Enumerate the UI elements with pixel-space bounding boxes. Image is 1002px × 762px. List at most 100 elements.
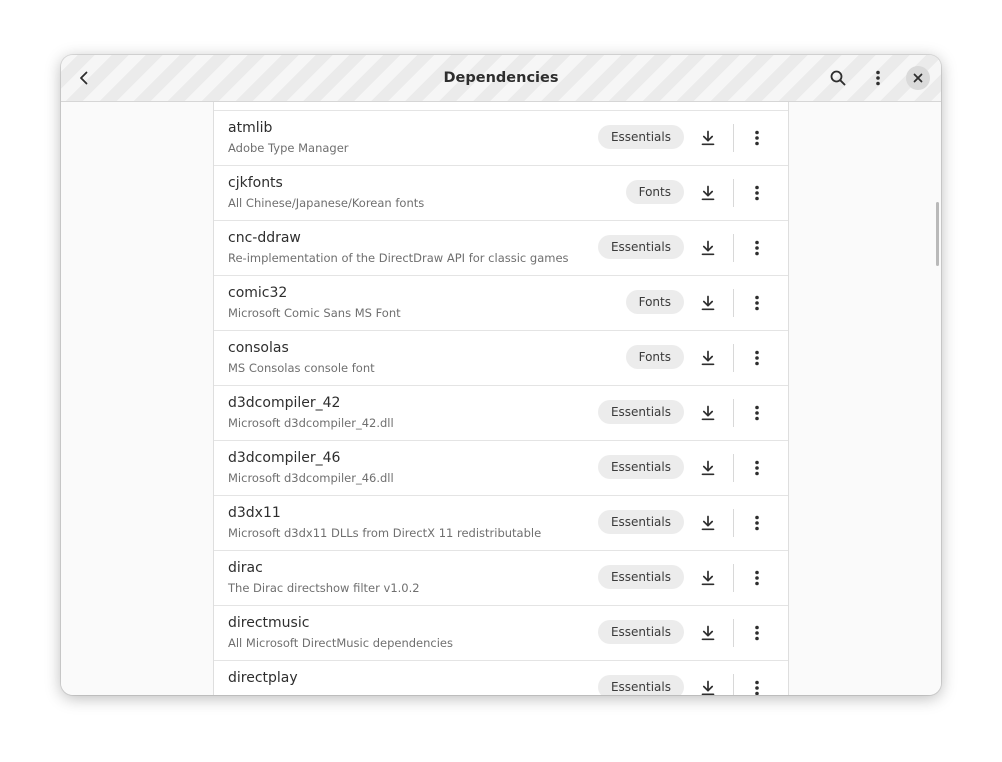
vertical-dots-icon [755, 295, 759, 311]
category-badge: Essentials [597, 620, 684, 644]
button-separator [733, 564, 734, 592]
more-options-button[interactable] [743, 399, 771, 427]
vertical-dots-icon [755, 405, 759, 421]
dependency-row[interactable]: directmusic All Microsoft DirectMusic de… [214, 605, 788, 660]
button-separator [733, 399, 734, 427]
more-options-button[interactable] [743, 619, 771, 647]
download-icon [701, 515, 715, 531]
dependency-row[interactable]: cnc-ddraw Re-implementation of the Direc… [214, 220, 788, 275]
header-bar: Dependencies [61, 55, 941, 102]
category-badge: Fonts [625, 345, 684, 369]
button-separator [733, 454, 734, 482]
category-badge: Essentials [597, 235, 684, 259]
more-options-button[interactable] [743, 454, 771, 482]
dependency-description: All Microsoft DirectMusic dependencies [228, 636, 453, 650]
back-button[interactable] [70, 64, 98, 92]
window-title: Dependencies [443, 70, 559, 86]
dependency-name: cnc-ddraw [228, 230, 301, 246]
download-icon [701, 185, 715, 201]
dependency-description: All Chinese/Japanese/Korean fonts [228, 196, 425, 210]
more-options-button[interactable] [743, 509, 771, 537]
dependency-row[interactable]: d3dcompiler_42 Microsoft d3dcompiler_42.… [214, 385, 788, 440]
dependency-name: d3dcompiler_42 [228, 395, 341, 411]
dependency-row[interactable]: d3dcompiler_46 Microsoft d3dcompiler_46.… [214, 440, 788, 495]
button-separator [733, 619, 734, 647]
dependency-description: Re-implementation of the DirectDraw API … [228, 251, 569, 265]
install-button[interactable] [694, 399, 722, 427]
close-button-bg [906, 66, 930, 90]
more-options-button[interactable] [743, 179, 771, 207]
category-badge: Essentials [597, 455, 684, 479]
download-icon [701, 460, 715, 476]
dependency-description: Microsoft d3dcompiler_42.dll [228, 416, 394, 430]
install-button[interactable] [694, 179, 722, 207]
close-icon [913, 73, 923, 83]
install-button[interactable] [694, 289, 722, 317]
vertical-dots-icon [876, 70, 880, 86]
install-button[interactable] [694, 619, 722, 647]
button-separator [733, 234, 734, 262]
more-options-button[interactable] [743, 344, 771, 372]
download-icon [701, 680, 715, 695]
download-icon [701, 130, 715, 146]
dependency-name: comic32 [228, 285, 288, 301]
dependency-row[interactable]: comic32 Microsoft Comic Sans MS Font Fon… [214, 275, 788, 330]
more-options-button[interactable] [743, 674, 771, 695]
dependency-description: The Dirac directshow filter v1.0.2 [228, 581, 420, 595]
dependency-list: adobeair MS Access 2000 runtime Essentia… [213, 102, 789, 695]
install-button[interactable] [694, 454, 722, 482]
category-badge: Essentials [597, 675, 684, 695]
category-badge: Fonts [625, 180, 684, 204]
search-button[interactable] [824, 64, 852, 92]
button-separator [733, 289, 734, 317]
scrollbar[interactable] [936, 202, 939, 266]
more-options-button[interactable] [743, 564, 771, 592]
vertical-dots-icon [755, 460, 759, 476]
dependency-row[interactable]: adobeair MS Access 2000 runtime Essentia… [214, 102, 788, 110]
install-button[interactable] [694, 509, 722, 537]
category-badge: Essentials [597, 125, 684, 149]
vertical-dots-icon [755, 515, 759, 531]
dependency-description: Microsoft d3dcompiler_46.dll [228, 471, 394, 485]
download-icon [701, 405, 715, 421]
vertical-dots-icon [755, 680, 759, 695]
download-icon [701, 350, 715, 366]
category-badge: Fonts [625, 290, 684, 314]
install-button[interactable] [694, 344, 722, 372]
dependency-name: consolas [228, 340, 289, 356]
dependency-name: d3dcompiler_46 [228, 450, 341, 466]
dependency-name: atmlib [228, 120, 273, 136]
button-separator [733, 674, 734, 695]
dependency-row[interactable]: atmlib Adobe Type Manager Essentials [214, 110, 788, 165]
dependency-row[interactable]: dirac The Dirac directshow filter v1.0.2… [214, 550, 788, 605]
vertical-dots-icon [755, 130, 759, 146]
install-button[interactable] [694, 674, 722, 695]
main-menu-button[interactable] [864, 64, 892, 92]
dependencies-window: Dependencies adobeair MS Access 20 [61, 55, 941, 695]
dependency-description: MS Consolas console font [228, 361, 375, 375]
vertical-dots-icon [755, 185, 759, 201]
more-options-button[interactable] [743, 234, 771, 262]
install-button[interactable] [694, 234, 722, 262]
button-separator [733, 124, 734, 152]
back-arrow-icon [80, 71, 88, 85]
close-button[interactable] [904, 64, 932, 92]
button-separator [733, 179, 734, 207]
install-button[interactable] [694, 564, 722, 592]
dependency-description: Microsoft Comic Sans MS Font [228, 306, 401, 320]
dependency-row[interactable]: d3dx11 Microsoft d3dx11 DLLs from Direct… [214, 495, 788, 550]
dependency-name: directmusic [228, 615, 310, 631]
download-icon [701, 240, 715, 256]
dependency-row[interactable]: directplay Essentials [214, 660, 788, 695]
more-options-button[interactable] [743, 124, 771, 152]
dependency-row[interactable]: consolas MS Consolas console font Fonts [214, 330, 788, 385]
dependency-name: directplay [228, 670, 298, 686]
search-icon [830, 70, 846, 86]
dependency-row[interactable]: cjkfonts All Chinese/Japanese/Korean fon… [214, 165, 788, 220]
install-button[interactable] [694, 124, 722, 152]
download-icon [701, 570, 715, 586]
dependency-description: Microsoft d3dx11 DLLs from DirectX 11 re… [228, 526, 542, 540]
dependency-description: Adobe Type Manager [228, 141, 349, 155]
dependency-name: cjkfonts [228, 175, 283, 191]
more-options-button[interactable] [743, 289, 771, 317]
